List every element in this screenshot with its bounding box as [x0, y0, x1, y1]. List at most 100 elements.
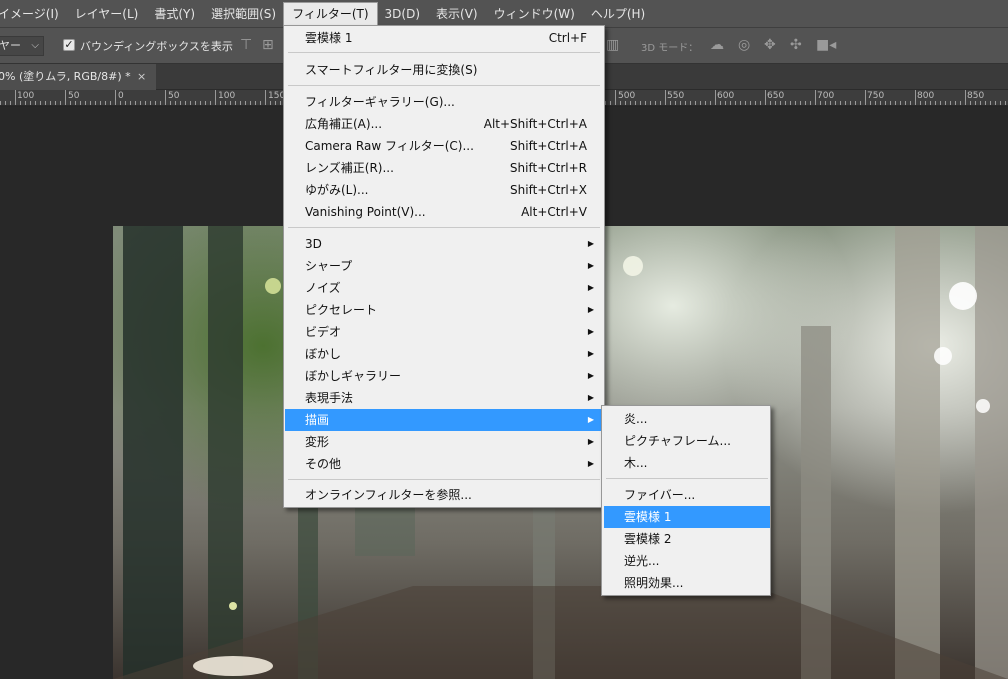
roll-3d-icon[interactable]: ◎ [738, 38, 750, 52]
menu-item-label: 照明効果... [624, 576, 684, 590]
ruler-label: 550 [667, 91, 685, 101]
menu-item-label: 木... [624, 456, 648, 470]
menu-item-adaptive-wide-angle[interactable]: 広角補正(A)... Alt+Shift+Ctrl+A [285, 113, 603, 135]
menu-item-label: 描画 [305, 413, 330, 427]
menu-item-label: ピクセレート [305, 303, 378, 317]
submenu-noise[interactable]: ノイズ ▶ [285, 277, 603, 299]
menu-item-label: ぼかし [305, 347, 342, 361]
menu-item-clouds[interactable]: 雲模様 1 [604, 506, 770, 528]
menu-item-shortcut: Shift+Ctrl+A [510, 139, 587, 153]
menu-item-browse-online-filters[interactable]: オンラインフィルターを参照... [285, 484, 603, 506]
menu-item-vanishing-point[interactable]: Vanishing Point(V)... Alt+Ctrl+V [285, 201, 603, 223]
show-bounding-box-label: バウンディングボックスを表示 [80, 40, 233, 53]
menu-filter[interactable]: フィルター(T) [283, 1, 378, 26]
menu-item-label: その他 [305, 457, 342, 471]
menu-item-label: 雲模様 1 [305, 31, 353, 45]
menu-type[interactable]: 書式(Y) [146, 3, 203, 25]
menu-item-label: 変形 [305, 435, 330, 449]
chevron-down-icon: ⌵ [31, 40, 39, 51]
orbit-3d-icon[interactable]: ☁ [710, 38, 724, 52]
menu-item-label: ビデオ [305, 325, 342, 339]
ruler-label: 750 [867, 91, 885, 101]
menu-item-difference-clouds[interactable]: 雲模様 2 [604, 528, 770, 550]
align-top-icon[interactable]: ⊤ [240, 38, 252, 52]
submenu-arrow-icon: ▶ [587, 261, 594, 270]
menu-item-label: Vanishing Point(V)... [305, 205, 426, 219]
ruler-label: 0 [118, 91, 124, 101]
menu-item-label: 表現手法 [305, 391, 354, 405]
menu-item-shortcut: Shift+Ctrl+X [510, 183, 587, 197]
pan-3d-icon[interactable]: ✥ [764, 38, 776, 52]
submenu-render[interactable]: 描画 ▶ [285, 409, 603, 431]
distribute-icon[interactable]: ▥ [606, 38, 619, 52]
ruler-label: 800 [917, 91, 935, 101]
menu-separator [288, 479, 600, 480]
menu-item-label: スマートフィルター用に変換(S) [305, 63, 478, 77]
menu-item-picture-frame[interactable]: ピクチャフレーム... [604, 430, 770, 452]
scale-3d-icon[interactable]: ■◂ [816, 38, 836, 52]
document-tab-label: 0% (塗りムラ, RGB/8#) * [0, 70, 131, 83]
filter-dropdown-menu: 雲模様 1 Ctrl+F スマートフィルター用に変換(S) フィルターギャラリー… [283, 25, 605, 508]
close-icon[interactable]: × [137, 64, 146, 90]
menu-select[interactable]: 選択範囲(S) [203, 3, 284, 25]
menu-item-lens-flare[interactable]: 逆光... [604, 550, 770, 572]
menu-item-liquify[interactable]: ゆがみ(L)... Shift+Ctrl+X [285, 179, 603, 201]
slide-3d-icon[interactable]: ✣ [790, 38, 802, 52]
submenu-arrow-icon: ▶ [587, 459, 594, 468]
menu-item-convert-smart-filter[interactable]: スマートフィルター用に変換(S) [285, 59, 603, 81]
menu-bar: イメージ(I) レイヤー(L) 書式(Y) 選択範囲(S) フィルター(T) 3… [0, 0, 1008, 27]
submenu-distort[interactable]: 変形 ▶ [285, 431, 603, 453]
menu-item-fibers[interactable]: ファイバー... [604, 484, 770, 506]
menu-item-label: シャープ [305, 259, 353, 273]
menu-separator [288, 85, 600, 86]
submenu-pixelate[interactable]: ピクセレート ▶ [285, 299, 603, 321]
ruler-label: 700 [817, 91, 835, 101]
menu-item-tree[interactable]: 木... [604, 452, 770, 474]
submenu-arrow-icon: ▶ [587, 393, 594, 402]
menu-item-flame[interactable]: 炎... [604, 408, 770, 430]
menu-item-last-filter[interactable]: 雲模様 1 Ctrl+F [285, 27, 603, 49]
submenu-arrow-icon: ▶ [587, 371, 594, 380]
submenu-arrow-icon: ▶ [587, 415, 594, 424]
menu-item-label: ピクチャフレーム... [624, 434, 731, 448]
menu-item-shortcut: Shift+Ctrl+R [509, 161, 587, 175]
submenu-arrow-icon: ▶ [587, 239, 594, 248]
auto-select-dropdown[interactable]: ヤー ⌵ [0, 36, 44, 56]
menu-item-filter-gallery[interactable]: フィルターギャラリー(G)... [285, 91, 603, 113]
submenu-blur[interactable]: ぼかし ▶ [285, 343, 603, 365]
menu-item-label: ぼかしギャラリー [305, 369, 402, 383]
submenu-video[interactable]: ビデオ ▶ [285, 321, 603, 343]
align-vertical-center-icon[interactable]: ⊞ [262, 38, 274, 52]
submenu-arrow-icon: ▶ [587, 327, 594, 336]
menu-image[interactable]: イメージ(I) [0, 3, 67, 25]
menu-window[interactable]: ウィンドウ(W) [486, 3, 583, 25]
submenu-arrow-icon: ▶ [587, 283, 594, 292]
menu-view[interactable]: 表示(V) [428, 3, 486, 25]
submenu-stylize[interactable]: 表現手法 ▶ [285, 387, 603, 409]
mode-3d-label: 3D モード： [641, 43, 699, 54]
menu-item-lighting-effects[interactable]: 照明効果... [604, 572, 770, 594]
menu-item-camera-raw[interactable]: Camera Raw フィルター(C)... Shift+Ctrl+A [285, 135, 603, 157]
show-bounding-box-checkbox[interactable]: ✓ [63, 39, 75, 51]
menu-layer[interactable]: レイヤー(L) [67, 3, 147, 25]
menu-item-label: Camera Raw フィルター(C)... [305, 139, 474, 153]
menu-item-shortcut: Ctrl+F [548, 31, 587, 45]
submenu-other[interactable]: その他 ▶ [285, 453, 603, 475]
submenu-sharpen[interactable]: シャープ ▶ [285, 255, 603, 277]
document-tab[interactable]: 0% (塗りムラ, RGB/8#) * × [0, 64, 156, 90]
ruler-label: 850 [967, 91, 985, 101]
submenu-3d[interactable]: 3D ▶ [285, 233, 603, 255]
ruler-label: 650 [767, 91, 785, 101]
ruler-label: 100 [218, 91, 236, 101]
submenu-arrow-icon: ▶ [587, 349, 594, 358]
menu-item-label: レンズ補正(R)... [305, 161, 394, 175]
ruler-label: 50 [68, 91, 80, 101]
menu-item-lens-correction[interactable]: レンズ補正(R)... Shift+Ctrl+R [285, 157, 603, 179]
menu-item-label: 雲模様 1 [624, 510, 672, 524]
ruler-label: 100 [17, 91, 35, 101]
menu-item-label: フィルターギャラリー(G)... [305, 95, 455, 109]
menu-item-shortcut: Alt+Shift+Ctrl+A [483, 117, 587, 131]
menu-help[interactable]: ヘルプ(H) [583, 3, 653, 25]
menu-3d[interactable]: 3D(D) [377, 3, 428, 25]
submenu-blur-gallery[interactable]: ぼかしギャラリー ▶ [285, 365, 603, 387]
